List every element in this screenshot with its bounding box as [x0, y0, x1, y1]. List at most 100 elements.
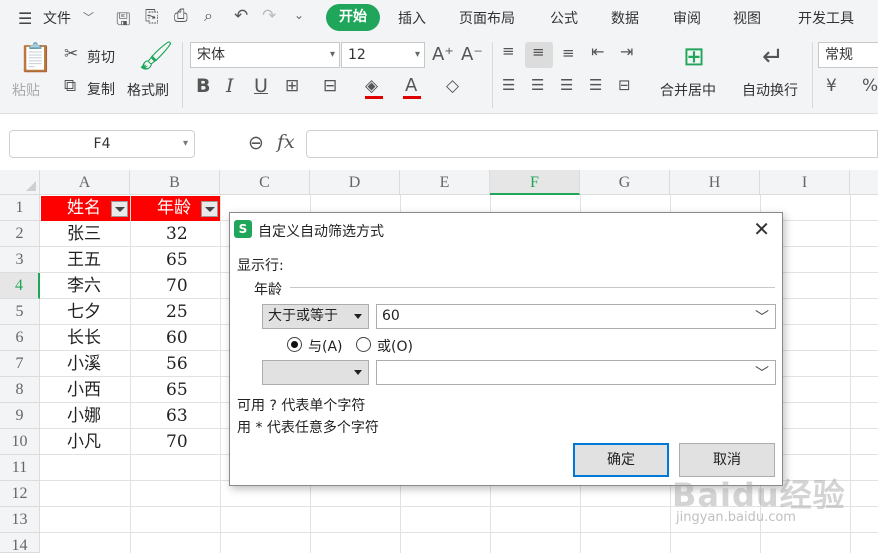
- cell-name[interactable]: 小娜: [67, 403, 101, 429]
- column-header-c[interactable]: C: [220, 170, 310, 195]
- copy-icon[interactable]: ⧉: [64, 78, 76, 95]
- name-box[interactable]: F4 ▾: [9, 130, 195, 158]
- cell-age[interactable]: 70: [166, 429, 188, 455]
- eraser-icon[interactable]: ◇: [446, 78, 459, 95]
- header-cell-name[interactable]: 姓名: [41, 196, 130, 221]
- italic-icon[interactable]: I: [226, 77, 234, 96]
- row-header-13[interactable]: 13: [0, 507, 40, 533]
- row-header-14[interactable]: 14: [0, 533, 40, 554]
- tab-start[interactable]: 开始: [326, 4, 380, 31]
- decrease-font-icon[interactable]: A⁻: [461, 46, 483, 64]
- and-radio-label[interactable]: 与(A): [308, 336, 343, 356]
- align-right-icon[interactable]: ☰: [560, 78, 573, 93]
- save-icon[interactable]: 🖫: [116, 7, 130, 36]
- outdent-icon[interactable]: ⇤: [591, 44, 604, 60]
- increase-font-icon[interactable]: A⁺: [432, 46, 454, 64]
- indent-icon[interactable]: ⇥: [620, 44, 633, 60]
- fx-icon[interactable]: fx: [277, 131, 295, 153]
- select-all-corner[interactable]: [0, 170, 40, 195]
- print-icon[interactable]: ⎙: [174, 6, 188, 26]
- format-painter-icon[interactable]: 🖌: [138, 42, 174, 70]
- or-radio-label[interactable]: 或(O): [377, 336, 413, 356]
- align-left-icon[interactable]: ☰: [502, 78, 515, 93]
- zoom-search-icon[interactable]: ⊖: [248, 132, 264, 154]
- row-header-11[interactable]: 11: [0, 455, 40, 481]
- row-header-1[interactable]: 1: [0, 195, 40, 221]
- chevron-down-icon[interactable]: ﹀: [83, 9, 94, 25]
- currency-icon[interactable]: ¥: [826, 78, 837, 95]
- merge-center-button[interactable]: 合并居中: [660, 80, 716, 100]
- fill-color-icon[interactable]: ◈: [365, 78, 378, 95]
- column-header-h[interactable]: H: [670, 170, 760, 195]
- column-header-a[interactable]: A: [40, 170, 130, 195]
- number-format-select[interactable]: 常规: [818, 42, 878, 68]
- cell-name[interactable]: 小溪: [67, 351, 101, 377]
- cut-button[interactable]: 剪切: [87, 47, 115, 67]
- condition2-operator-select[interactable]: [262, 360, 369, 385]
- distributed-icon[interactable]: ⊟: [618, 78, 631, 93]
- export-icon[interactable]: ⎘: [145, 7, 159, 27]
- row-header-4[interactable]: 4: [0, 273, 40, 299]
- tab-developer[interactable]: 开发工具: [798, 8, 854, 28]
- cell-name[interactable]: 张三: [67, 221, 101, 247]
- underline-icon[interactable]: U: [254, 77, 268, 96]
- tab-insert[interactable]: 插入: [398, 8, 426, 28]
- tab-formulas[interactable]: 公式: [550, 8, 578, 28]
- align-top-icon[interactable]: ≡: [502, 44, 515, 59]
- print-preview-icon[interactable]: ⌕: [204, 6, 213, 26]
- undo-icon[interactable]: ↶: [234, 6, 248, 26]
- cell-age[interactable]: 63: [166, 403, 188, 429]
- column-header-e[interactable]: E: [400, 170, 490, 195]
- align-center-icon[interactable]: ☰: [531, 78, 544, 93]
- wrap-text-button[interactable]: 自动换行: [742, 80, 798, 100]
- row-header-8[interactable]: 8: [0, 377, 40, 403]
- hamburger-icon[interactable]: ☰: [18, 9, 32, 28]
- align-middle-button[interactable]: ≡: [525, 42, 553, 68]
- font-color-icon[interactable]: A: [405, 77, 417, 95]
- fill-style-icon[interactable]: ⊟: [323, 78, 337, 95]
- column-header-d[interactable]: D: [310, 170, 400, 195]
- column-header-g[interactable]: G: [580, 170, 670, 195]
- paste-button[interactable]: 粘贴: [12, 80, 40, 100]
- condition1-operator-select[interactable]: 大于或等于: [262, 304, 369, 329]
- row-header-2[interactable]: 2: [0, 221, 40, 247]
- filter-dropdown-icon[interactable]: [111, 201, 128, 217]
- tab-page-layout[interactable]: 页面布局: [459, 8, 515, 28]
- align-bottom-icon[interactable]: ≡: [562, 46, 575, 61]
- column-header-b[interactable]: B: [130, 170, 220, 195]
- format-painter-button[interactable]: 格式刷: [127, 80, 169, 100]
- ok-button[interactable]: 确定: [573, 443, 669, 477]
- tab-view[interactable]: 视图: [733, 8, 761, 28]
- menu-file[interactable]: 文件: [43, 8, 71, 28]
- cell-name[interactable]: 小西: [67, 377, 101, 403]
- header-cell-age[interactable]: 年龄: [131, 196, 220, 221]
- cell-age[interactable]: 25: [166, 299, 188, 325]
- tab-review[interactable]: 审阅: [673, 8, 701, 28]
- or-radio[interactable]: [356, 337, 371, 352]
- cell-name[interactable]: 李六: [67, 273, 101, 299]
- scissors-icon[interactable]: ✂: [64, 46, 78, 63]
- merge-center-icon[interactable]: ⊞: [683, 44, 705, 70]
- cell-age[interactable]: 56: [166, 351, 188, 377]
- formula-input[interactable]: [306, 130, 878, 158]
- column-header-i[interactable]: I: [760, 170, 850, 195]
- condition1-value-input[interactable]: 60 ﹀: [376, 304, 776, 329]
- cell-name[interactable]: 七夕: [67, 299, 101, 325]
- cell-age[interactable]: 60: [166, 325, 188, 351]
- percent-icon[interactable]: %: [862, 78, 878, 95]
- cell-age[interactable]: 70: [166, 273, 188, 299]
- column-header-j[interactable]: [850, 170, 878, 195]
- copy-button[interactable]: 复制: [87, 79, 115, 99]
- close-icon[interactable]: ✕: [753, 217, 770, 241]
- row-header-6[interactable]: 6: [0, 325, 40, 351]
- cell-name[interactable]: 小凡: [67, 429, 101, 455]
- filter-dropdown-icon[interactable]: [201, 201, 218, 217]
- justify-icon[interactable]: ☰: [589, 78, 602, 93]
- paste-icon[interactable]: 📋: [18, 44, 53, 72]
- cell-name[interactable]: 长长: [67, 325, 101, 351]
- row-header-12[interactable]: 12: [0, 481, 40, 507]
- quick-access-more-icon[interactable]: ⌄: [294, 8, 304, 22]
- row-header-5[interactable]: 5: [0, 299, 40, 325]
- bold-icon[interactable]: B: [196, 77, 210, 96]
- font-name-select[interactable]: 宋体 ▾: [190, 42, 340, 68]
